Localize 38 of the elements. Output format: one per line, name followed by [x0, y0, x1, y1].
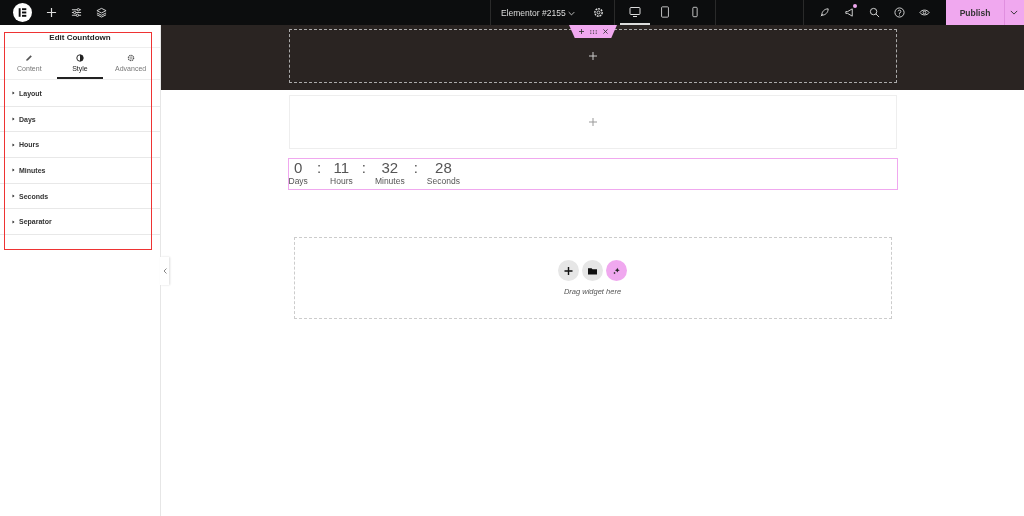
template-folder-button[interactable] — [582, 260, 603, 281]
search-icon[interactable] — [869, 7, 880, 18]
countdown-value: 32 — [381, 159, 399, 176]
countdown-label: Seconds — [426, 176, 460, 186]
desktop-icon — [629, 5, 642, 18]
countdown-separator: : — [412, 159, 419, 176]
countdown-label: Minutes — [374, 176, 405, 186]
countdown-separator: : — [360, 159, 367, 176]
megaphone-icon[interactable] — [844, 7, 855, 18]
publish-button[interactable]: Publish — [946, 0, 1004, 25]
close-icon[interactable] — [602, 29, 608, 34]
countdown-value: 28 — [435, 159, 452, 176]
chevron-left-icon — [162, 267, 167, 274]
tablet-icon — [659, 5, 672, 18]
preview-eye-icon[interactable] — [919, 7, 930, 18]
ai-button[interactable] — [606, 260, 627, 281]
countdown-value: 0 — [294, 159, 303, 176]
caret-icon — [1010, 10, 1019, 15]
countdown-value: 11 — [333, 159, 350, 176]
add-icon — [564, 266, 573, 275]
settings-icon[interactable] — [593, 7, 605, 18]
pencil-icon — [25, 54, 34, 62]
layers-icon[interactable] — [96, 7, 107, 18]
contrast-icon — [76, 54, 84, 62]
help-icon[interactable] — [894, 7, 905, 18]
caret-icon — [568, 10, 576, 16]
logo-icon[interactable] — [13, 3, 32, 22]
folder-icon — [588, 266, 597, 275]
add-widget-button[interactable] — [558, 260, 579, 281]
sparkle-icon — [612, 266, 621, 275]
drag-handle-icon[interactable] — [589, 29, 597, 34]
document-title-dropdown[interactable]: Elementor #2155 — [490, 7, 584, 18]
countdown-label: Hours — [330, 176, 353, 186]
countdown-label: Days — [288, 176, 308, 186]
panel-title: Edit Countdown — [0, 25, 160, 48]
countdown-separator: : — [315, 159, 323, 176]
gear-icon — [126, 54, 135, 62]
sliders-icon[interactable] — [71, 7, 82, 18]
